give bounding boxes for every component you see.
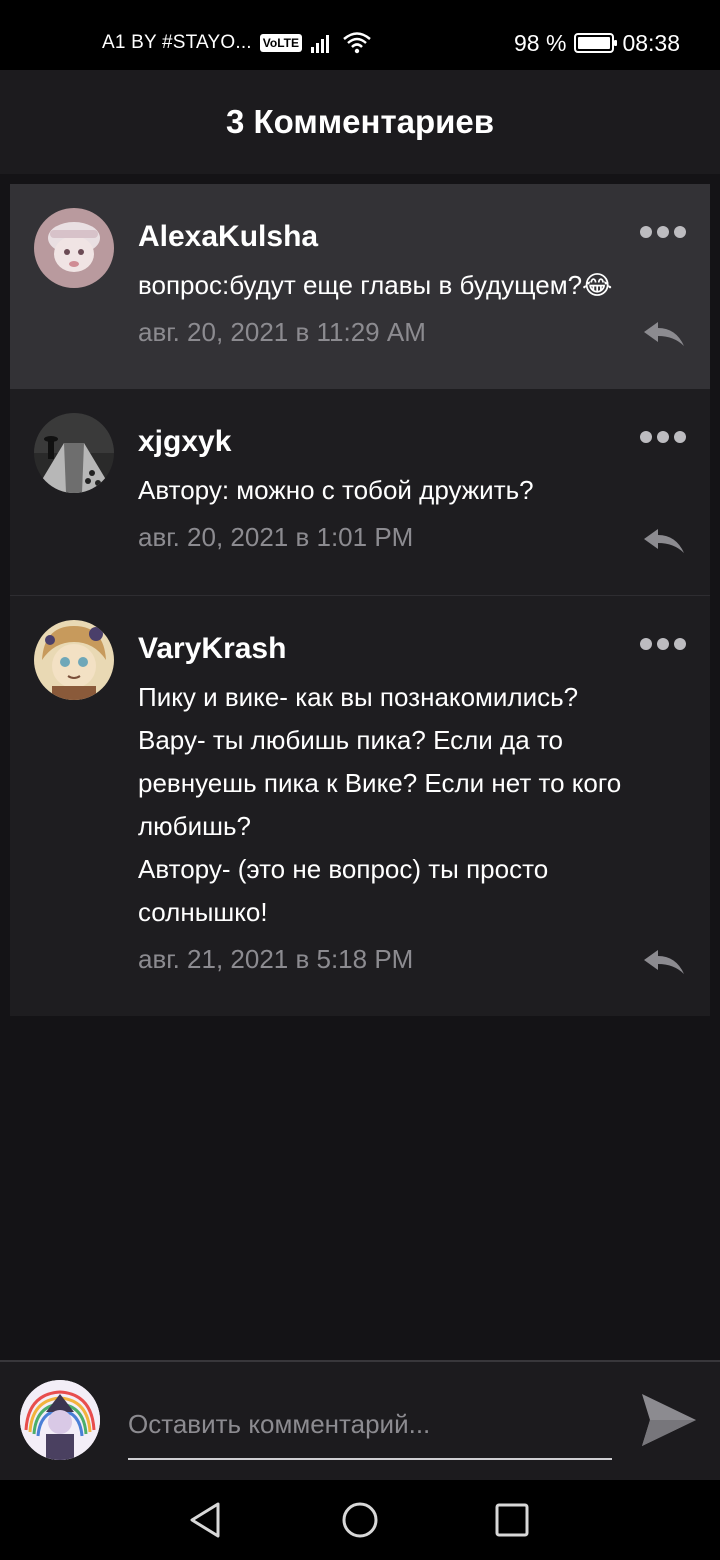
signal-icon [311,35,330,53]
more-options-icon[interactable] [640,638,686,652]
comment-username[interactable]: VaryKrash [138,622,680,676]
home-icon[interactable] [340,1500,380,1540]
battery-fill [578,37,610,49]
comment-input-bar [0,1360,720,1480]
status-bar: A1 BY #STAYO... VoLTE 98 % 08:38 [0,0,720,70]
comment-item[interactable]: AlexaKulsha вопрос:будут еще главы в буд… [10,184,710,389]
comment-text: Пику и вике- как вы познакомились? Вару-… [138,682,622,927]
reply-icon[interactable] [642,527,686,557]
comments-header: 3 Комментариев [0,70,720,174]
avatar[interactable] [34,208,114,288]
comment-item[interactable]: VaryKrash Пику и вике- как вы познакомил… [10,596,710,1016]
comment-text: вопрос:будут еще главы в будущем?😂 [138,270,613,300]
comment-username[interactable]: AlexaKulsha [138,210,680,264]
comments-list: AlexaKulsha вопрос:будут еще главы в буд… [10,184,710,1016]
comment-username[interactable]: xjgxyk [138,415,680,469]
more-options-icon[interactable] [640,431,686,445]
reply-icon[interactable] [642,948,686,978]
my-avatar[interactable] [20,1380,100,1460]
comment-date: авг. 20, 2021 в 11:29 AM [138,317,426,347]
comment-date: авг. 21, 2021 в 5:18 PM [138,944,414,974]
wifi-icon [343,32,371,54]
comment-item[interactable]: xjgxyk Автору: можно с тобой дружить? ав… [10,389,710,596]
avatar[interactable] [34,620,114,700]
more-options-icon[interactable] [640,226,686,240]
send-icon[interactable] [640,1392,698,1448]
recents-icon[interactable] [492,1500,532,1540]
comment-input[interactable] [128,1390,612,1460]
system-nav-bar [0,1480,720,1560]
status-right: 98 % 08:38 [514,28,680,58]
status-left: A1 BY #STAYO... VoLTE [102,30,372,56]
reply-icon[interactable] [642,320,686,350]
carrier-name: A1 BY #STAYO... [102,32,252,53]
battery-percent: 98 % [514,29,567,56]
volte-badge: VoLTE [259,34,303,52]
page-title: 3 Комментариев [225,103,495,140]
avatar[interactable] [34,413,114,493]
comment-date: авг. 20, 2021 в 1:01 PM [138,522,414,552]
clock-time: 08:38 [622,29,680,56]
comment-text: Автору: можно с тобой дружить? [138,475,534,505]
back-icon[interactable] [186,1500,226,1540]
battery-icon [574,33,618,53]
